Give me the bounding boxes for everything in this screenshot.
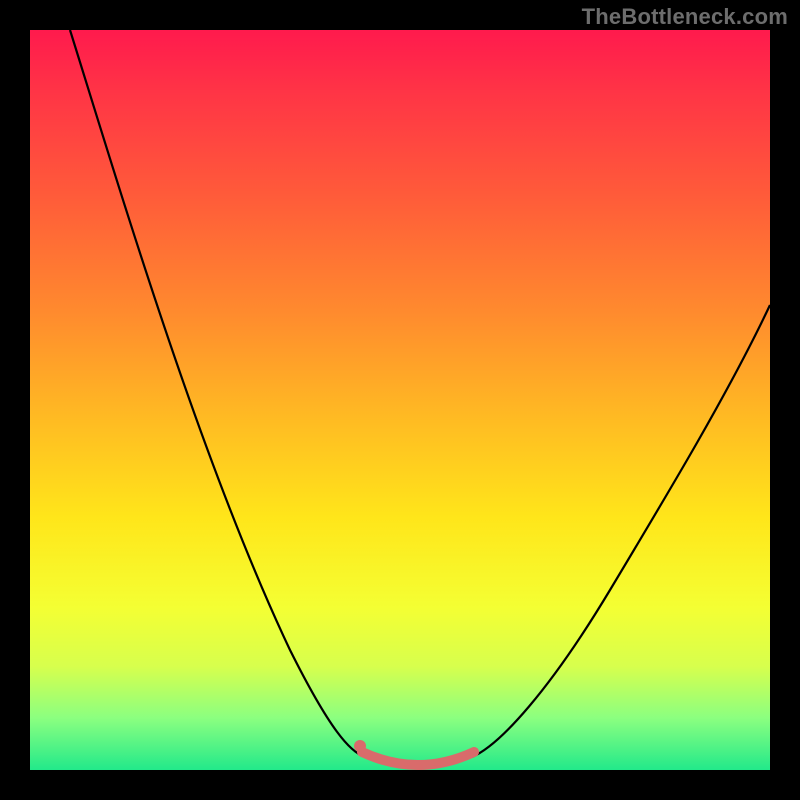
floor-marker-dot	[354, 740, 366, 752]
watermark-text: TheBottleneck.com	[582, 4, 788, 30]
plot-area	[30, 30, 770, 770]
bottleneck-curve	[30, 30, 770, 770]
curve-right-branch	[472, 305, 770, 757]
curve-left-branch	[70, 30, 365, 757]
curve-floor	[362, 752, 474, 765]
chart-frame: TheBottleneck.com	[0, 0, 800, 800]
